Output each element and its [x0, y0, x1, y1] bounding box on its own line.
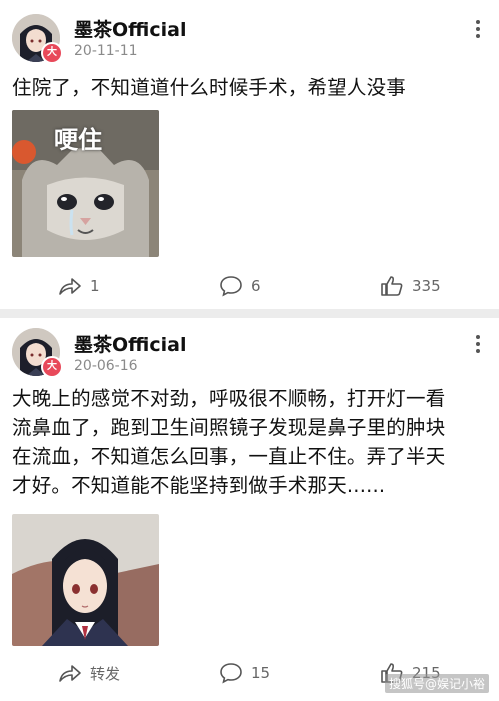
more-vertical-icon[interactable]	[475, 20, 481, 40]
post-text-line: 大晚上的感觉不对劲，呼吸很不顺畅，打开灯一看	[12, 387, 446, 410]
repost-arrow-icon	[59, 665, 81, 682]
thumbs-up-icon	[381, 276, 403, 296]
post-text-line: 流鼻血了，跑到卫生间照镜子发现是鼻子里的肿块	[12, 416, 446, 439]
like-button[interactable]: 335	[380, 271, 441, 301]
author-name[interactable]: 墨茶Official	[74, 330, 186, 357]
comment-button[interactable]: 15	[219, 658, 270, 688]
post-text-line: 在流血，不知道怎么回事，一直止不住。弄了半天	[12, 445, 446, 468]
repost-arrow-icon	[59, 278, 81, 295]
post-card: 大 墨茶Official 20-11-11 住院了，不知道道什么时候手术，希望人…	[0, 0, 499, 309]
watermark: 搜狐号@娱记小裕	[384, 674, 489, 693]
post-date: 20-11-11	[74, 43, 138, 59]
comment-bubble-icon	[220, 276, 242, 297]
repost-label: 转发	[90, 664, 121, 683]
post-text: 大晚上的感觉不对劲，呼吸很不顺畅，打开灯一看 流鼻血了，跑到卫生间照镜子发现是鼻…	[12, 384, 487, 500]
author-name[interactable]: 墨茶Official	[74, 15, 186, 42]
repost-button[interactable]: 1	[58, 271, 100, 301]
action-bar: 1 6 335	[0, 271, 499, 301]
like-count: 335	[412, 277, 441, 295]
post-card: 大 墨茶Official 20-06-16 大晚上的感觉不对劲，呼吸很不顺畅，打…	[0, 318, 499, 701]
comment-count: 6	[251, 277, 261, 295]
repost-count: 1	[90, 277, 100, 295]
repost-button[interactable]: 转发	[58, 658, 120, 688]
comment-button[interactable]: 6	[219, 271, 261, 301]
image-caption: 哽住	[54, 126, 102, 154]
post-image[interactable]: 哽住	[12, 110, 159, 257]
post-image[interactable]	[12, 514, 159, 646]
verified-badge: 大	[41, 42, 63, 64]
avatar[interactable]: 大	[12, 14, 63, 64]
post-date: 20-06-16	[74, 358, 138, 374]
verified-badge: 大	[41, 356, 63, 378]
avatar[interactable]: 大	[12, 328, 63, 378]
more-vertical-icon[interactable]	[475, 335, 481, 355]
comment-count: 15	[251, 664, 271, 682]
comment-bubble-icon	[220, 663, 242, 684]
post-text: 住院了，不知道道什么时候手术，希望人没事	[12, 76, 407, 99]
anime-girl-image	[12, 514, 159, 646]
post-text-line: 才好。不知道能不能坚持到做手术那天......	[12, 474, 386, 497]
